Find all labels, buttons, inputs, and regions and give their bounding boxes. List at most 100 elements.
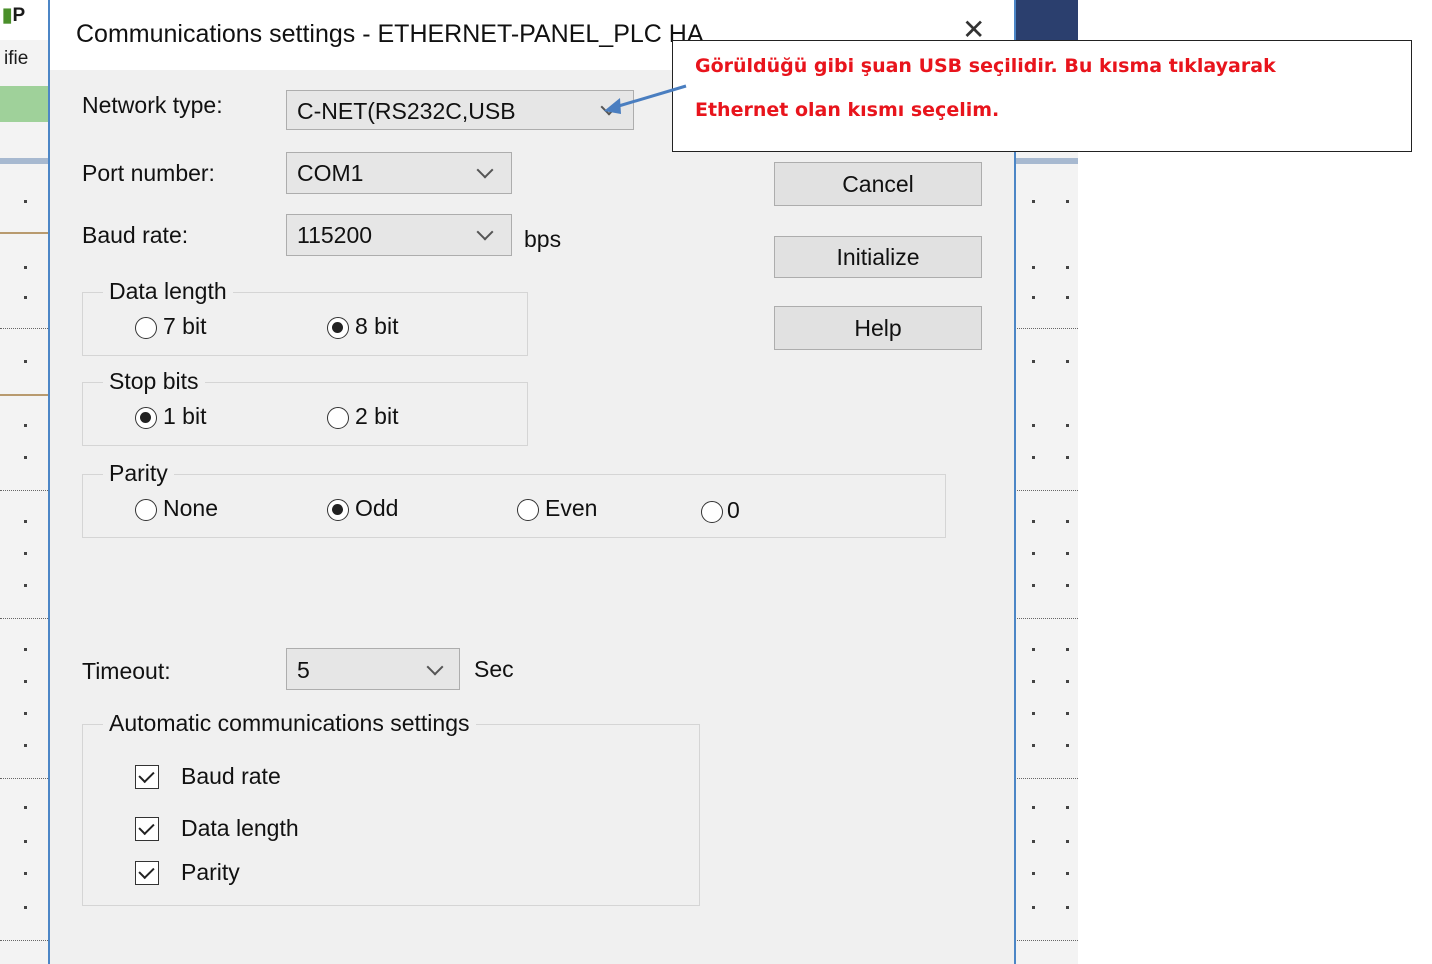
help-button[interactable]: Help bbox=[774, 306, 982, 350]
port-number-select[interactable]: COM1 bbox=[286, 152, 512, 194]
background-grid-dot bbox=[1032, 266, 1035, 269]
parity-zero-radio[interactable] bbox=[701, 501, 723, 523]
data-length-group: Data length 7 bit 8 bit bbox=[82, 278, 528, 356]
background-grid-dot bbox=[1032, 360, 1035, 363]
auto-baud-rate-label: Baud rate bbox=[181, 763, 281, 789]
background-grid-dot bbox=[1032, 456, 1035, 459]
background-grid-dot bbox=[24, 520, 27, 523]
data-length-8bit-radio[interactable] bbox=[327, 317, 349, 339]
parity-zero-label: 0 bbox=[727, 497, 740, 523]
parity-group: Parity None Odd Even 0 bbox=[82, 460, 946, 538]
parity-none-label: None bbox=[163, 495, 218, 521]
background-grid-dot bbox=[24, 906, 27, 909]
auto-parity-checkbox[interactable] bbox=[135, 861, 159, 885]
timeout-label: Timeout: bbox=[82, 658, 171, 684]
background-grid-dot bbox=[1066, 806, 1069, 809]
background-grid-dot bbox=[1032, 296, 1035, 299]
auto-settings-group: Automatic communications settings Baud r… bbox=[82, 710, 700, 906]
parity-odd-radio[interactable] bbox=[327, 499, 349, 521]
background-grid-dot bbox=[1066, 456, 1069, 459]
parity-even-radio[interactable] bbox=[517, 499, 539, 521]
baud-rate-value: 115200 bbox=[297, 222, 373, 248]
background-green-bar bbox=[0, 86, 48, 122]
background-grid-dot bbox=[1066, 360, 1069, 363]
baud-rate-unit: bps bbox=[524, 226, 562, 252]
annotation-line-1: Görüldüğü gibi şuan USB seçilidir. Bu kı… bbox=[695, 55, 1276, 77]
auto-data-length-checkbox[interactable] bbox=[135, 817, 159, 841]
background-grid-dot bbox=[1032, 906, 1035, 909]
auto-settings-title: Automatic communications settings bbox=[103, 710, 476, 737]
initialize-button[interactable]: Initialize bbox=[774, 236, 982, 278]
parity-even-label: Even bbox=[545, 495, 598, 521]
background-grid-dot bbox=[1066, 520, 1069, 523]
background-grid-dot bbox=[1032, 648, 1035, 651]
network-type-select[interactable]: C-NET(RS232C,USB bbox=[286, 90, 634, 130]
background-grid-dot bbox=[24, 552, 27, 555]
background-title-fragment: ▮P bbox=[2, 5, 26, 26]
stop-bits-group: Stop bits 1 bit 2 bit bbox=[82, 368, 528, 446]
background-grid-dot bbox=[24, 872, 27, 875]
baud-rate-select[interactable]: 115200 bbox=[286, 214, 512, 256]
parity-odd-label: Odd bbox=[355, 495, 399, 521]
background-grid-dot bbox=[24, 712, 27, 715]
auto-data-length-label: Data length bbox=[181, 815, 299, 841]
chevron-down-icon bbox=[426, 658, 444, 676]
network-type-value: C-NET(RS232C,USB bbox=[297, 98, 516, 124]
baud-rate-label: Baud rate: bbox=[82, 222, 189, 248]
data-length-8bit-label: 8 bit bbox=[355, 313, 399, 339]
annotation-arrow-icon bbox=[604, 84, 687, 114]
timeout-select[interactable]: 5 bbox=[286, 648, 460, 690]
background-grid-dot bbox=[1066, 648, 1069, 651]
timeout-value: 5 bbox=[297, 657, 310, 683]
background-grid-dot bbox=[1032, 520, 1035, 523]
timeout-unit: Sec bbox=[474, 656, 514, 682]
chevron-down-icon bbox=[476, 223, 494, 241]
background-grid-dot bbox=[1066, 200, 1069, 203]
background-grid-dot bbox=[1066, 712, 1069, 715]
background-grid-dot bbox=[24, 806, 27, 809]
background-grid-dot bbox=[24, 840, 27, 843]
background-grid-dot bbox=[24, 296, 27, 299]
auto-baud-rate-checkbox[interactable] bbox=[135, 765, 159, 789]
network-type-label: Network type: bbox=[82, 92, 223, 118]
background-grid-dot bbox=[1032, 872, 1035, 875]
background-grid-dot bbox=[1066, 552, 1069, 555]
parity-title: Parity bbox=[103, 460, 174, 487]
background-grid-dot bbox=[24, 744, 27, 747]
stop-bits-1bit-radio[interactable] bbox=[135, 407, 157, 429]
background-grid-dot bbox=[24, 648, 27, 651]
background-menu-fragment: ifie bbox=[4, 48, 29, 69]
data-length-7bit-radio[interactable] bbox=[135, 317, 157, 339]
chevron-down-icon bbox=[476, 161, 494, 179]
background-grid-dot bbox=[1066, 266, 1069, 269]
port-number-value: COM1 bbox=[297, 160, 364, 186]
background-grid-dot bbox=[24, 266, 27, 269]
auto-parity-label: Parity bbox=[181, 859, 240, 885]
background-grid-dot bbox=[1032, 680, 1035, 683]
background-grid-dot bbox=[24, 424, 27, 427]
background-grid-dot bbox=[24, 680, 27, 683]
background-grid-dot bbox=[1066, 872, 1069, 875]
background-dark-panel bbox=[1016, 0, 1078, 40]
background-grid-dot bbox=[24, 584, 27, 587]
background-grid-dot bbox=[1066, 584, 1069, 587]
background-grid-dot bbox=[1066, 296, 1069, 299]
background-line bbox=[0, 232, 48, 234]
background-grid-dot bbox=[1032, 584, 1035, 587]
background-grid-dot bbox=[1066, 680, 1069, 683]
background-grid-dot bbox=[1066, 840, 1069, 843]
annotation-arrow-head bbox=[604, 98, 621, 114]
dialog-title: Communications settings - ETHERNET-PANEL… bbox=[76, 20, 704, 48]
cancel-button[interactable]: Cancel bbox=[774, 162, 982, 206]
background-grid-dot bbox=[24, 200, 27, 203]
stop-bits-title: Stop bits bbox=[103, 368, 205, 395]
background-grid-dot bbox=[24, 456, 27, 459]
background-grid-dot bbox=[1066, 424, 1069, 427]
parity-none-radio[interactable] bbox=[135, 499, 157, 521]
app-logo-icon: ▮ bbox=[2, 5, 13, 26]
background-grid-dot bbox=[24, 360, 27, 363]
stop-bits-2bit-radio[interactable] bbox=[327, 407, 349, 429]
annotation-callout: Görüldüğü gibi şuan USB seçilidir. Bu kı… bbox=[672, 40, 1412, 152]
background-grid-dot bbox=[1032, 424, 1035, 427]
background-grid-dot bbox=[1066, 906, 1069, 909]
